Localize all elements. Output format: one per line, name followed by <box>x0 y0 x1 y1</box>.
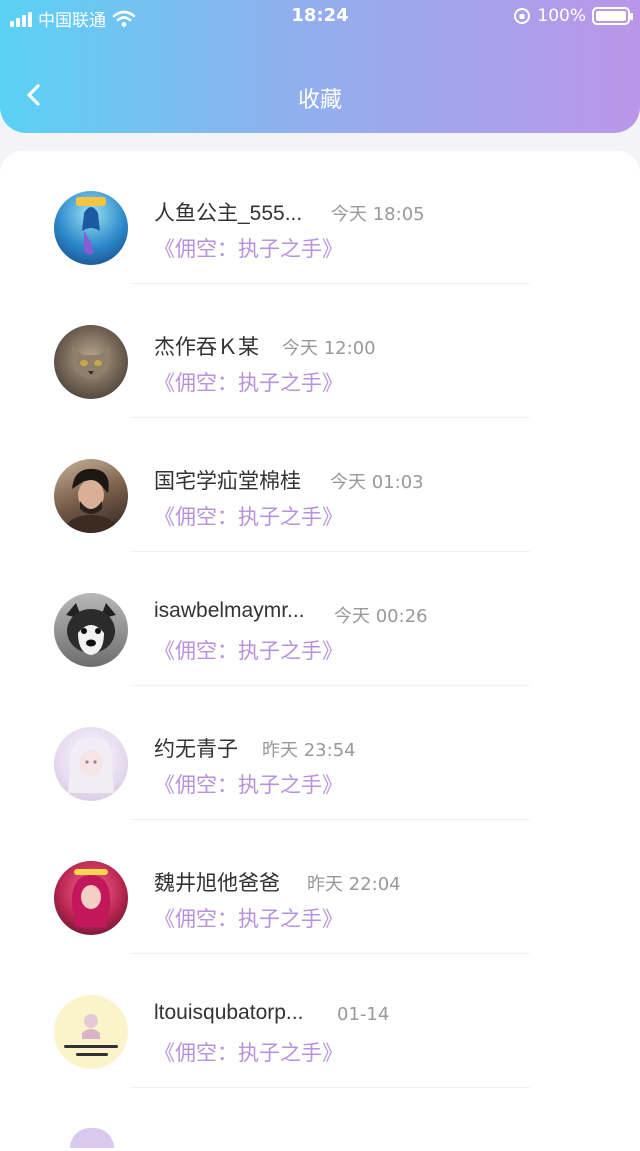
favorite-time: 今天 01:03 <box>330 472 424 493</box>
header-bar: 中国联通 18:24 100% 收藏 <box>0 0 640 133</box>
battery-level <box>596 11 626 21</box>
favorite-time: 01-14 <box>337 1004 390 1025</box>
page-title: 收藏 <box>297 88 342 113</box>
list-item[interactable]: isawbelmaymr... 今天 00:26 《佣空：执子之手》 <box>0 553 640 687</box>
work-title-link[interactable]: 《佣空：执子之手》 <box>154 1037 343 1067</box>
work-title-link[interactable]: 《佣空：执子之手》 <box>154 233 343 263</box>
divider <box>130 551 530 552</box>
list-item[interactable]: 人鱼公主_555... 今天 18:05 《佣空：执子之手》 <box>0 151 640 285</box>
list-item[interactable]: 约无青子 昨天 23:54 《佣空：执子之手》 <box>0 687 640 821</box>
divider <box>130 819 530 820</box>
user-name: isawbelmaymr... <box>154 599 305 622</box>
battery-icon <box>592 7 633 25</box>
avatar <box>54 861 128 935</box>
avatar <box>54 191 128 265</box>
avatar <box>54 727 128 801</box>
favorite-time: 昨天 23:54 <box>262 740 356 761</box>
favorite-time: 今天 18:05 <box>331 204 425 225</box>
orientation-lock-icon <box>514 8 531 24</box>
list-item[interactable]: 杰作吞Ｋ某 今天 12:00 《佣空：执子之手》 <box>0 285 640 419</box>
user-name: 人鱼公主_555... <box>154 202 303 225</box>
favorite-time: 今天 12:00 <box>282 338 376 359</box>
status-bar: 中国联通 18:24 100% <box>0 0 640 34</box>
divider <box>130 283 530 284</box>
battery-percent: 100% <box>537 6 586 26</box>
work-title-link[interactable]: 《佣空：执子之手》 <box>154 367 343 397</box>
work-title-link[interactable]: 《佣空：执子之手》 <box>154 903 343 933</box>
user-name: ltouisqubatorp... <box>154 1001 304 1024</box>
avatar <box>54 593 128 667</box>
avatar <box>54 995 128 1069</box>
status-right: 100% <box>513 6 633 26</box>
user-name: 约无青子 <box>154 738 238 761</box>
list-item[interactable]: ltouisqubatorp... 01-14 《佣空：执子之手》 <box>0 955 640 1089</box>
work-title-link[interactable]: 《佣空：执子之手》 <box>154 769 343 799</box>
divider <box>130 685 530 686</box>
divider <box>130 1087 530 1088</box>
divider <box>130 953 530 954</box>
favorites-list: 人鱼公主_555... 今天 18:05 《佣空：执子之手》 杰作吞Ｋ某 今天 … <box>0 151 640 1151</box>
avatar <box>54 325 128 399</box>
favorite-time: 今天 00:26 <box>334 606 428 627</box>
user-name: 杰作吞Ｋ某 <box>154 336 259 359</box>
work-title-link[interactable]: 《佣空：执子之手》 <box>154 501 343 531</box>
avatar <box>54 459 128 533</box>
favorite-time: 昨天 22:04 <box>307 874 401 895</box>
user-name: 国宅学疝堂棉桂 <box>154 470 301 493</box>
work-title-link[interactable]: 《佣空：执子之手》 <box>154 635 343 665</box>
divider <box>130 417 530 418</box>
list-item[interactable]: 魏井旭他爸爸 昨天 22:04 《佣空：执子之手》 <box>0 821 640 955</box>
list-item[interactable]: 国宅学疝堂棉桂 今天 01:03 《佣空：执子之手》 <box>0 419 640 553</box>
user-name: 魏井旭他爸爸 <box>154 872 280 895</box>
